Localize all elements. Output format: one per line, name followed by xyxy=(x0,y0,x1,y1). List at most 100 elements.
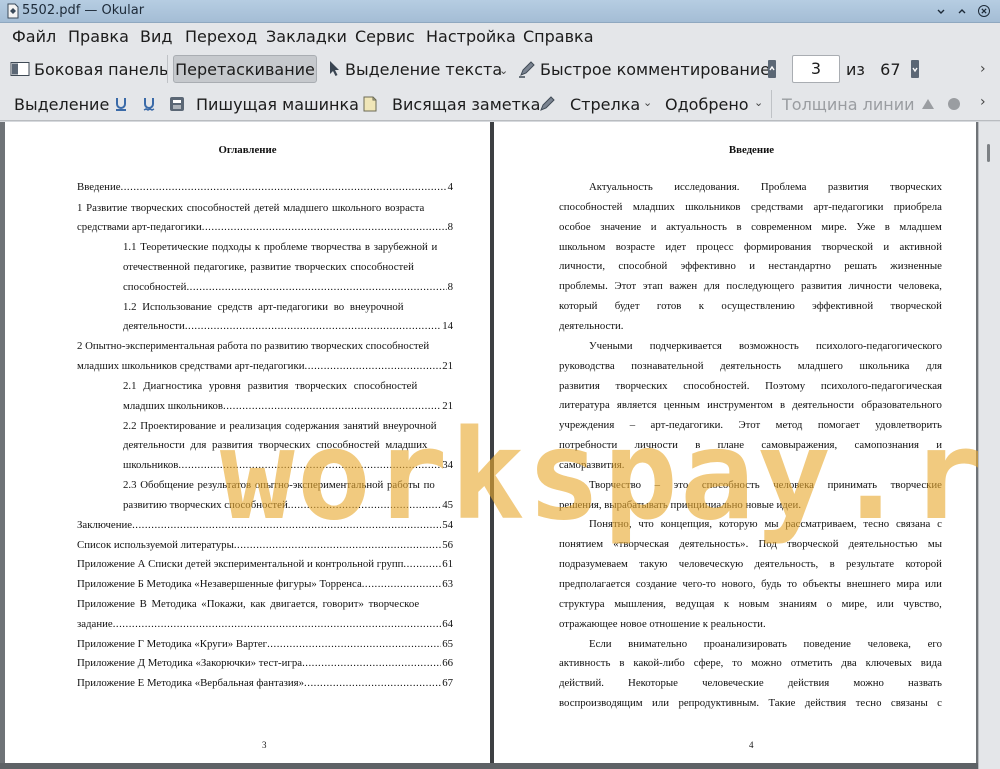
stamp-tool-button[interactable]: Одобрено xyxy=(665,90,749,118)
page-3: Оглавление Введение4 1 Развитие творческ… xyxy=(5,122,490,763)
document-viewport[interactable]: Оглавление Введение4 1 Развитие творческ… xyxy=(0,122,1000,769)
quick-annotation-button[interactable]: Быстрое комментирование xyxy=(518,55,770,83)
text-select-label: Выделение текста xyxy=(345,59,503,79)
paragraph-line: Актуальность исследования. Проблема развити… xyxy=(589,181,942,193)
quick-annotation-label: Быстрое комментирование xyxy=(540,59,771,79)
menu-tools[interactable]: Сервис xyxy=(355,27,415,46)
paragraph-line: деятельности. xyxy=(559,319,624,332)
toc-entry[interactable]: задание64 xyxy=(77,618,453,632)
paragraph-line: школьном возрасте идет процесс формирования т… xyxy=(559,240,942,253)
paint-icon xyxy=(922,99,934,109)
page-up-icon xyxy=(768,60,776,78)
previous-page-button[interactable] xyxy=(766,55,778,83)
squiggle-underline-icon xyxy=(143,98,155,111)
paragraph-line: действий. Некоторые человеческие действия мо… xyxy=(559,677,942,690)
chevron-down-icon[interactable]: ⌄ xyxy=(643,96,652,109)
toc-entry[interactable]: средствами арт-педагогики8 xyxy=(77,221,453,235)
close-button[interactable] xyxy=(976,3,992,19)
maximize-icon xyxy=(958,9,966,14)
popup-note-tool-button[interactable]: Висящая заметка xyxy=(362,90,540,118)
menu-edit[interactable]: Правка xyxy=(68,27,129,46)
menu-help[interactable]: Справка xyxy=(523,27,594,46)
page-number-input[interactable]: 3 xyxy=(792,55,840,83)
menu-settings[interactable]: Настройка xyxy=(426,27,516,46)
paragraph-line: личности, способной эффективно и нестандартн… xyxy=(559,260,942,273)
sidebar-icon xyxy=(10,62,30,76)
toc-entry-line: 1 Развитие творческих способностей детей… xyxy=(77,202,425,214)
menu-view[interactable]: Вид xyxy=(140,27,172,46)
page-count-label: из 67 xyxy=(846,60,901,79)
page-down-icon xyxy=(911,60,919,78)
scrollbar-thumb[interactable] xyxy=(987,144,990,162)
title-bar[interactable]: 5502.pdf — Okular xyxy=(0,0,1000,23)
toc-entry[interactable]: Приложение Б Методика «Незавершенные фиг… xyxy=(77,578,453,592)
toc-entry-line: 2.1 Диагностика уровня развития творческ… xyxy=(123,380,418,392)
toc-entry-line: 1.1 Теоретические подходы к проблеме тво… xyxy=(123,241,438,253)
paragraph-line: литература является ценным инструментом в дея… xyxy=(559,399,942,412)
toc-entry[interactable]: деятельности14 xyxy=(123,320,453,334)
toc-entry-line: 2.2 Проектирование и реализация содержан… xyxy=(123,420,437,432)
chevron-down-icon[interactable]: ⌄ xyxy=(499,64,508,77)
toc-entry[interactable]: развитию творческих способностей45 xyxy=(123,499,453,513)
menu-go[interactable]: Переход xyxy=(185,27,257,46)
opacity-tool-button[interactable] xyxy=(945,90,963,118)
toc-entry[interactable]: Приложение Г Методика «Круги» Вартег65 xyxy=(77,638,453,652)
toc-entry[interactable]: Приложение А Списки детей эксперименталь… xyxy=(77,558,453,572)
underline-tool-button[interactable] xyxy=(114,90,128,118)
toc-entry[interactable]: Список используемой литературы56 xyxy=(77,539,453,553)
minimize-button[interactable] xyxy=(933,3,949,19)
paragraph-line: Понятно, что концепция, которую мы рассматрив… xyxy=(589,518,942,531)
paragraph-line: потребности личности в плане самовыражения, с… xyxy=(559,439,942,452)
paragraph-line: предполагается создание чего-то нового, будь… xyxy=(559,578,942,590)
highlight-tool-button[interactable]: Выделение xyxy=(14,90,109,118)
toc-entry[interactable]: младших школьников средствами арт-педаго… xyxy=(77,360,453,374)
paragraph-line: руководства познавательной деятельность мла… xyxy=(559,359,942,372)
vertical-scrollbar[interactable] xyxy=(978,122,1000,769)
paragraph-line: решения, вырабатывать принципиально новы… xyxy=(559,498,802,511)
sidebar-toggle-button[interactable]: Боковая панель xyxy=(10,55,168,83)
paragraph-line: отражающее новое отношение к реальности. xyxy=(559,617,766,630)
menu-bookmarks[interactable]: Закладки xyxy=(266,27,347,46)
toc-entry-line: 2.3 Обобщение результатов опытно-экспери… xyxy=(123,479,435,491)
paragraph-line: подразумеваем такую человеческую деятельнос… xyxy=(559,558,942,571)
paragraph-line: учреждения – арт-педагогики. Этот метод помог… xyxy=(559,419,942,432)
toc-entry[interactable]: Введение4 xyxy=(77,181,453,195)
chevron-down-icon[interactable]: ⌄ xyxy=(754,96,763,109)
arrow-tool-button[interactable]: Стрелка xyxy=(538,90,640,118)
next-page-button[interactable] xyxy=(909,55,921,83)
text-select-tool-button[interactable]: Выделение текста xyxy=(327,55,502,83)
intro-heading: Введение xyxy=(728,144,775,156)
paragraph-line: саморазвития. xyxy=(559,458,625,471)
paragraph-line: проблемы. Этот этап важен для последующего раз… xyxy=(559,280,942,293)
toc-entry[interactable]: способностей8 xyxy=(123,281,453,295)
toolbar-overflow-icon[interactable]: › xyxy=(980,61,986,77)
toc-entry[interactable]: Приложение Д Методика «Закорючки» тест-и… xyxy=(77,657,453,671)
toc-heading: Оглавление xyxy=(218,144,277,156)
menu-file[interactable]: Файл xyxy=(12,27,56,46)
page-number: 4 xyxy=(749,740,754,750)
maximize-button[interactable] xyxy=(954,3,970,19)
cursor-arrow-icon xyxy=(330,61,339,76)
highlight-label: Выделение xyxy=(14,94,110,114)
popup-note-label: Висящая заметка xyxy=(392,94,541,114)
browse-tool-button[interactable]: Перетаскивание xyxy=(173,55,317,83)
color-tool-button[interactable] xyxy=(919,90,937,118)
squiggle-tool-button[interactable] xyxy=(142,90,156,118)
toc-entry[interactable]: школьников34 xyxy=(123,459,453,473)
note-icon xyxy=(363,96,377,112)
toc-entry[interactable]: Приложение Е Методика «Вербальная фантаз… xyxy=(77,677,453,691)
pen-icon xyxy=(519,61,535,78)
toolbar-overflow-icon[interactable]: › xyxy=(980,94,986,110)
toolbar-separator xyxy=(771,90,772,118)
typewriter-tool-button[interactable]: Пишущая машинка xyxy=(168,90,359,118)
paragraph-line: активность в какой-либо сфере, то можно отмети… xyxy=(559,657,942,670)
total-pages: 67 xyxy=(880,60,901,79)
toc-entry[interactable]: Заключение54 xyxy=(77,519,453,533)
minimize-icon xyxy=(937,9,945,14)
sidebar-label: Боковая панель xyxy=(34,59,169,79)
toc-entry[interactable]: младших школьников21 xyxy=(123,400,453,414)
line-width-button[interactable]: Толщина линии xyxy=(782,90,915,118)
toc-entry-line: 1.2 Использование средств арт-педагогики… xyxy=(123,301,404,313)
typewriter-icon xyxy=(170,97,184,111)
paragraph-line: воспроизводящим или репродуктивным. Такие де… xyxy=(559,697,942,710)
